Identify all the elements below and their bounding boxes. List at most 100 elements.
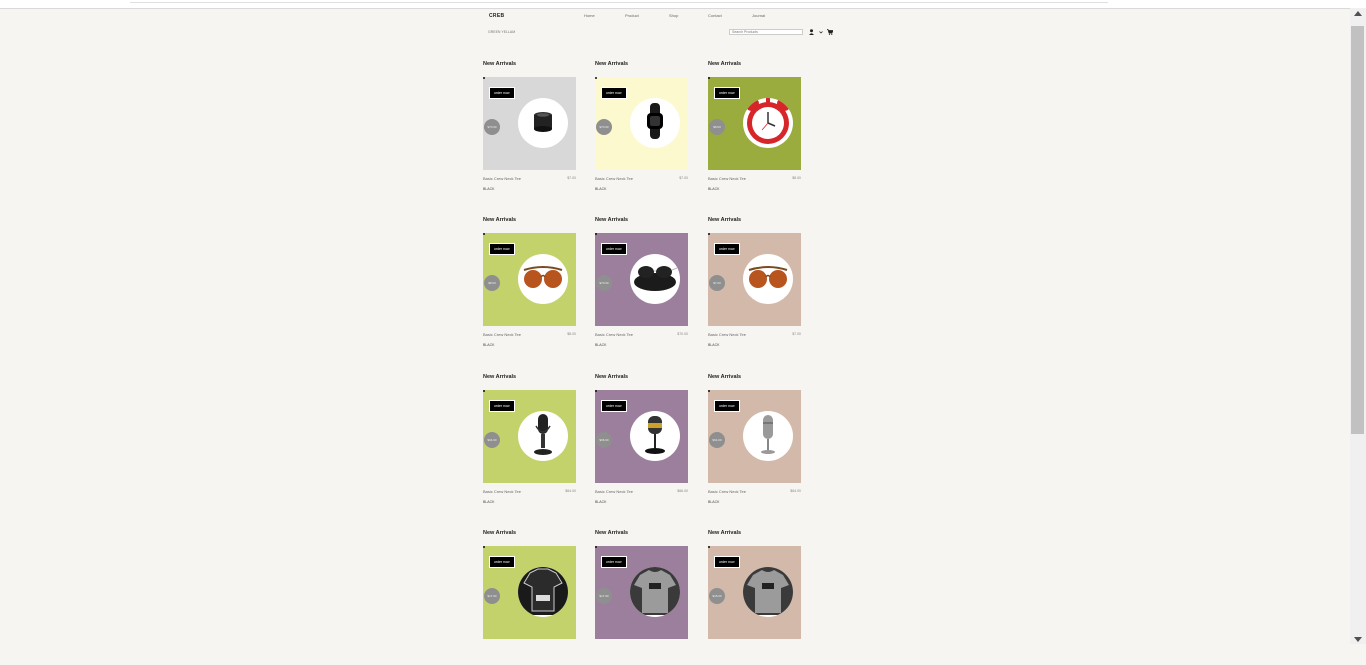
product-tile[interactable]: order now $70.00 (483, 77, 576, 170)
product-price: $66.00 (677, 489, 688, 493)
jersey-icon (518, 567, 568, 617)
nav-product[interactable]: Product (625, 13, 639, 18)
nav-contact[interactable]: Contact (708, 13, 722, 18)
price-chip: $70.00 (484, 119, 500, 135)
scroll-up-arrow-icon[interactable] (1354, 11, 1362, 16)
bullet-dot (708, 233, 710, 235)
scroll-down-arrow-icon[interactable] (1354, 637, 1362, 642)
user-icon[interactable] (809, 29, 814, 37)
order-now-button[interactable]: order now (489, 243, 515, 255)
order-now-button[interactable]: order now (489, 400, 515, 412)
product-tile[interactable]: order now $64.00 (483, 390, 576, 483)
product-image[interactable] (518, 98, 568, 148)
price-chip: $66.00 (596, 432, 612, 448)
product-name[interactable]: Basic Crew Neck Tee (483, 489, 521, 494)
order-now-button[interactable]: order now (714, 243, 740, 255)
product-card[interactable]: New Arrivals order now $66.00 Basic Crew… (595, 374, 688, 509)
product-tile[interactable]: order now $8.00 (708, 77, 801, 170)
product-tile[interactable]: order now $18.00 (708, 546, 801, 639)
card-heading: New Arrivals (595, 217, 629, 223)
card-heading: New Arrivals (708, 374, 742, 380)
chevron-down-icon[interactable] (819, 29, 823, 37)
product-tile[interactable]: order now $17.00 (483, 546, 576, 639)
product-image[interactable] (743, 98, 793, 148)
silver-microphone-icon (759, 412, 777, 461)
product-card[interactable]: New Arrivals order now $18.00 (708, 530, 801, 665)
product-tile[interactable]: order now $8.00 (483, 233, 576, 326)
product-card[interactable]: New Arrivals order now $7.00 Basic Crew … (708, 217, 801, 352)
product-card[interactable]: New Arrivals order now $64.00 Basic Crew… (483, 374, 576, 509)
order-now-button[interactable]: order now (601, 243, 627, 255)
product-name[interactable]: Basic Crew Neck Tee (708, 489, 746, 494)
product-card[interactable]: New Arrivals order now $70.00 Basic Crew… (483, 61, 576, 196)
vertical-scrollbar[interactable] (1350, 8, 1366, 644)
product-image[interactable] (518, 411, 568, 461)
nav-home[interactable]: Home (584, 13, 595, 18)
product-variant: BLACK (595, 500, 607, 504)
price-chip: $7.00 (709, 275, 725, 291)
product-image[interactable] (630, 254, 680, 304)
nav-shop[interactable]: Shop (669, 13, 678, 18)
scroll-thumb[interactable] (1351, 26, 1364, 434)
search-input[interactable] (729, 29, 803, 35)
product-card[interactable]: New Arrivals order now $8.00 Basic Crew … (708, 61, 801, 196)
product-name[interactable]: Basic Crew Neck Tee (595, 489, 633, 494)
product-card[interactable]: New Arrivals order now $70.00 Basic Crew… (595, 217, 688, 352)
card-heading: New Arrivals (595, 530, 629, 536)
price-chip: $70.00 (596, 275, 612, 291)
product-name[interactable]: Basic Crew Neck Tee (483, 176, 521, 181)
product-card[interactable]: New Arrivals order now $17.00 (483, 530, 576, 665)
product-tile[interactable]: order now $7.00 (708, 233, 801, 326)
product-image[interactable] (518, 567, 568, 617)
product-name[interactable]: Basic Crew Neck Tee (595, 176, 633, 181)
product-name[interactable]: Basic Crew Neck Tee (708, 176, 746, 181)
product-tile[interactable]: order now $70.00 (595, 77, 688, 170)
product-variant: BLACK (595, 343, 607, 347)
product-tile[interactable]: order now $64.00 (708, 390, 801, 483)
product-variant: BLACK (483, 187, 495, 191)
product-name[interactable]: Basic Crew Neck Tee (595, 332, 633, 337)
price-chip: $70.00 (596, 119, 612, 135)
nav-journal[interactable]: Journal (752, 13, 765, 18)
product-price: $7.00 (679, 176, 688, 180)
header-subline: GREEN YELLAM (488, 30, 516, 34)
address-strip (130, 0, 1108, 3)
order-now-button[interactable]: order now (601, 556, 627, 568)
speaker-icon (529, 107, 557, 140)
product-price: $8.00 (792, 176, 801, 180)
order-now-button[interactable]: order now (601, 400, 627, 412)
product-image[interactable] (743, 411, 793, 461)
product-image[interactable] (630, 411, 680, 461)
site-logo[interactable]: CREB (489, 13, 504, 19)
bullet-dot (483, 390, 485, 392)
product-price: $64.00 (790, 489, 801, 493)
product-image[interactable] (743, 254, 793, 304)
order-now-button[interactable]: order now (714, 556, 740, 568)
price-chip: $17.00 (484, 588, 500, 604)
bullet-dot (708, 77, 710, 79)
retro-microphone-icon (642, 412, 668, 461)
product-tile[interactable]: order now $66.00 (595, 390, 688, 483)
product-name[interactable]: Basic Crew Neck Tee (708, 332, 746, 337)
product-image[interactable] (518, 254, 568, 304)
product-card[interactable]: New Arrivals order now $70.00 Basic Crew… (595, 61, 688, 196)
product-tile[interactable]: order now $17.00 (595, 546, 688, 639)
bullet-dot (708, 390, 710, 392)
order-now-button[interactable]: order now (714, 400, 740, 412)
order-now-button[interactable]: order now (601, 87, 627, 99)
cart-icon[interactable] (827, 29, 834, 37)
order-now-button[interactable]: order now (714, 87, 740, 99)
tshirt-icon (630, 567, 680, 617)
order-now-button[interactable]: order now (489, 87, 515, 99)
bullet-dot (595, 77, 597, 79)
product-image[interactable] (630, 98, 680, 148)
product-card[interactable]: New Arrivals order now $64.00 Basic Crew… (708, 374, 801, 509)
card-heading: New Arrivals (483, 374, 517, 380)
product-image[interactable] (743, 567, 793, 617)
order-now-button[interactable]: order now (489, 556, 515, 568)
product-tile[interactable]: order now $70.00 (595, 233, 688, 326)
product-name[interactable]: Basic Crew Neck Tee (483, 332, 521, 337)
product-image[interactable] (630, 567, 680, 617)
product-card[interactable]: New Arrivals order now $17.00 (595, 530, 688, 665)
product-card[interactable]: New Arrivals order now $8.00 Basic Crew … (483, 217, 576, 352)
